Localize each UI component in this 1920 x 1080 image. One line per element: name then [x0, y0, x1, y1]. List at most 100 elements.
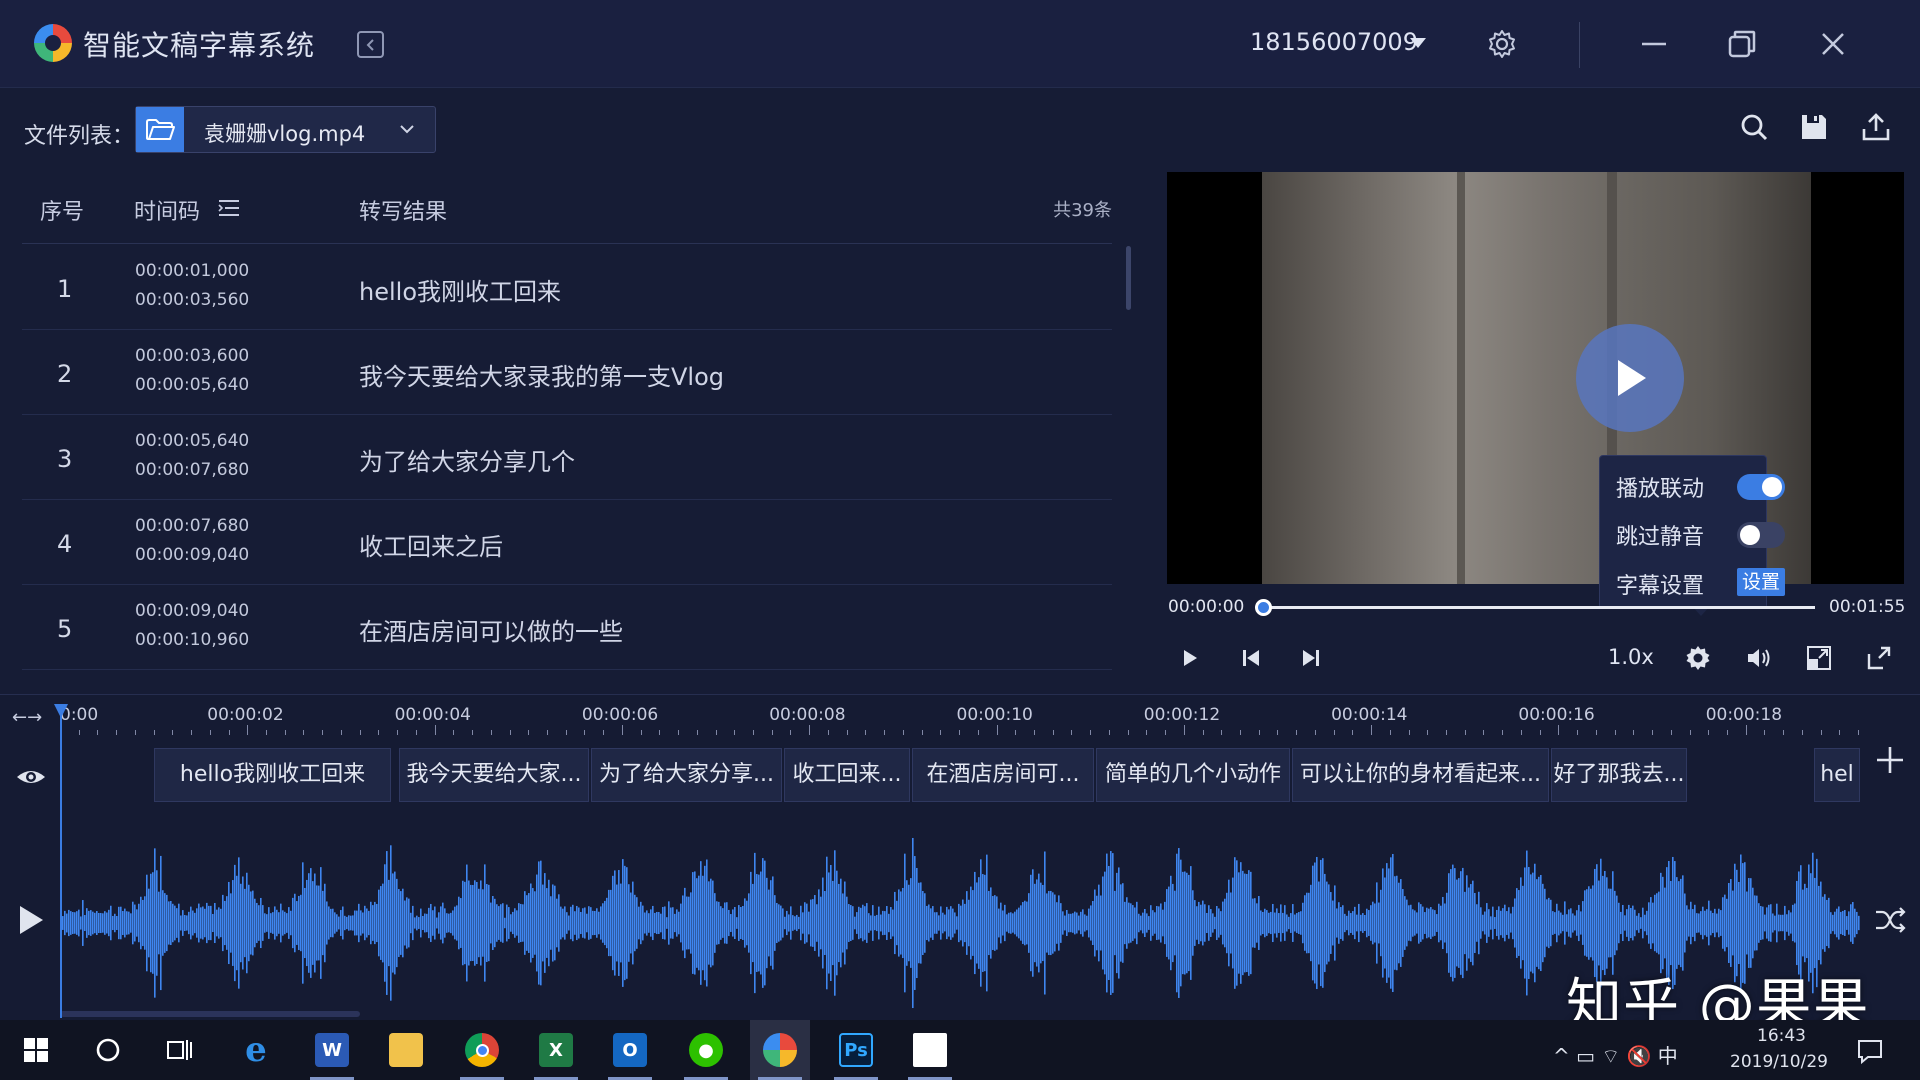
subtitle-chip[interactable]: 我今天要给大家... [399, 748, 589, 802]
row-text[interactable]: 我今天要给大家录我的第一支Vlog [359, 357, 724, 392]
ruler-tick [284, 730, 286, 735]
picture-in-picture-icon[interactable] [1805, 644, 1833, 672]
table-scrollbar[interactable] [1126, 246, 1131, 310]
table-row[interactable]: 3 00:00:05,640 00:00:07,680 为了给大家分享几个 [22, 415, 1112, 500]
subtitle-chip[interactable]: 在酒店房间可... [912, 748, 1094, 802]
waveform-bar [548, 879, 550, 967]
progress-bar[interactable] [1262, 606, 1815, 609]
search-icon[interactable] [1738, 111, 1770, 143]
clock-date[interactable]: 2019/10/29 [1730, 1052, 1828, 1072]
sort-list-icon[interactable] [218, 198, 240, 218]
progress-knob[interactable] [1255, 599, 1272, 616]
account-name[interactable]: 18156007009 [1250, 28, 1418, 56]
taskbar-app-explorer[interactable] [376, 1020, 436, 1080]
waveform-bar [1000, 902, 1002, 944]
play-icon[interactable] [16, 903, 46, 937]
system-tray[interactable]: ^ ▭ ⌔ 🔇 中 [1553, 1040, 1678, 1069]
volume-icon[interactable] [1745, 644, 1773, 672]
gear-icon[interactable] [1487, 29, 1517, 59]
waveform-bar [528, 893, 530, 953]
account-dropdown-icon[interactable] [1410, 38, 1426, 48]
row-text[interactable]: 在酒店房间可以做的一些 [359, 612, 623, 647]
skip-forward-icon[interactable] [1297, 644, 1325, 672]
row-text[interactable]: 收工回来之后 [359, 527, 503, 562]
windows-start-button[interactable] [6, 1020, 66, 1080]
waveform-bar [498, 906, 500, 940]
waveform-bar [1294, 914, 1296, 932]
timeline-scrollbar[interactable] [60, 1011, 360, 1017]
skip-silence-toggle[interactable] [1737, 522, 1785, 548]
notification-icon[interactable] [1856, 1037, 1884, 1065]
save-icon[interactable] [1798, 111, 1830, 143]
waveform-bar [1080, 911, 1082, 935]
waveform-bar [1484, 911, 1486, 935]
collapse-sidebar-button[interactable] [357, 31, 384, 58]
taskbar-search-button[interactable] [78, 1020, 138, 1080]
waveform-bar [990, 887, 992, 959]
waveform-bar [482, 889, 484, 957]
taskbar-app-chrome[interactable] [452, 1020, 512, 1080]
waveform-bar [900, 891, 902, 955]
waveform-bar [1030, 874, 1032, 972]
file-select[interactable]: 袁姗姗vlog.mp4 [135, 106, 436, 153]
subtitle-chip[interactable]: hello我刚收工回来 [154, 748, 391, 802]
waveform-bar [386, 851, 388, 995]
subtitle-settings-button[interactable]: 设置 [1737, 568, 1785, 596]
subtitle-chip[interactable]: 为了给大家分享... [591, 748, 782, 802]
taskbar-app-video-editor[interactable] [900, 1020, 960, 1080]
video-player[interactable] [1167, 172, 1904, 584]
close-icon[interactable] [1815, 26, 1851, 62]
play-icon[interactable] [1176, 644, 1204, 672]
table-row[interactable]: 1 00:00:01,000 00:00:03,560 hello我刚收工回来 [22, 245, 1112, 330]
waveform-bar [1598, 880, 1600, 966]
zoom-arrows-icon[interactable]: ←→ [12, 707, 42, 728]
table-row[interactable]: 2 00:00:03,600 00:00:05,640 我今天要给大家录我的第一… [22, 330, 1112, 415]
table-row[interactable]: 5 00:00:09,040 00:00:10,960 在酒店房间可以做的一些 [22, 585, 1112, 670]
waveform-bar [1564, 901, 1566, 945]
taskbar-app-wechat[interactable]: ● [676, 1020, 736, 1080]
waveform-bar [740, 907, 742, 939]
waveform-bar [1772, 913, 1774, 933]
subtitle-chip[interactable]: 简单的几个小动作 [1096, 748, 1290, 802]
waveform-bar [1258, 896, 1260, 950]
waveform-bar [980, 859, 982, 987]
playhead[interactable] [60, 706, 62, 1018]
time-ruler[interactable]: 0:00 00:00:02 00:00:04 00:00:06 00:00:08 00:0… [60, 695, 1860, 735]
row-text[interactable]: hello我刚收工回来 [359, 272, 561, 307]
shuffle-icon[interactable] [1873, 903, 1907, 937]
playback-speed[interactable]: 1.0x [1608, 645, 1654, 669]
waveform-bar [1370, 905, 1372, 941]
waveform-bar [1580, 911, 1582, 935]
minimize-icon[interactable] [1636, 26, 1672, 62]
taskbar-app-excel[interactable]: X [526, 1020, 586, 1080]
subtitle-chip[interactable]: 可以让你的身材看起来... [1292, 748, 1549, 802]
waveform-bar [694, 871, 696, 975]
restore-window-icon[interactable] [1724, 26, 1760, 62]
table-row[interactable]: 4 00:00:07,680 00:00:09,040 收工回来之后 [22, 500, 1112, 585]
taskbar-app-word[interactable]: W [302, 1020, 362, 1080]
fullscreen-icon[interactable] [1865, 644, 1893, 672]
waveform-bar [1034, 883, 1036, 963]
taskbar-app-subtitle-system[interactable] [750, 1020, 810, 1080]
task-view-button[interactable] [150, 1020, 210, 1080]
subtitle-chip[interactable]: 好了那我去... [1551, 748, 1687, 802]
waveform-bar [838, 883, 840, 963]
taskbar-app-outlook[interactable]: O [600, 1020, 660, 1080]
waveform-bar [534, 891, 536, 955]
export-icon[interactable] [1860, 111, 1892, 143]
taskbar-app-edge[interactable]: e [226, 1020, 286, 1080]
subtitle-chip[interactable]: hel [1814, 748, 1860, 802]
clock-time[interactable]: 16:43 [1757, 1026, 1806, 1046]
row-text[interactable]: 为了给大家分享几个 [359, 442, 575, 477]
eye-icon[interactable] [14, 760, 48, 794]
taskbar-app-photoshop[interactable]: Ps [826, 1020, 886, 1080]
gear-icon[interactable] [1684, 644, 1712, 672]
skip-back-icon[interactable] [1237, 644, 1265, 672]
waveform-bar [894, 891, 896, 955]
plus-icon[interactable] [1873, 743, 1907, 777]
big-play-button[interactable] [1576, 324, 1684, 432]
subtitle-chip[interactable]: 收工回来... [784, 748, 910, 802]
waveform-bar [374, 901, 376, 945]
playback-sync-toggle[interactable] [1737, 474, 1785, 500]
waveform-bar [984, 874, 986, 972]
